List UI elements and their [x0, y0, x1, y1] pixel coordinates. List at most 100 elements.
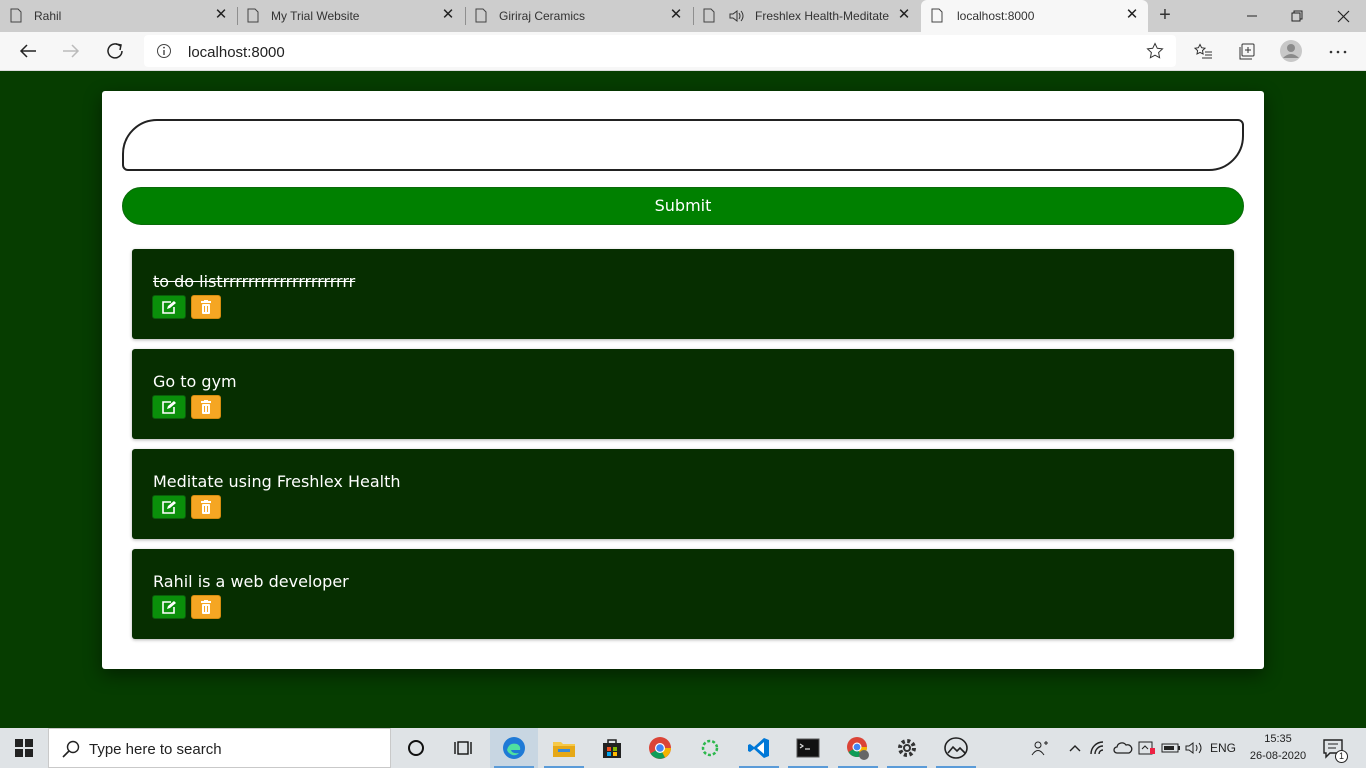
- language-indicator[interactable]: ENG: [1208, 740, 1238, 756]
- refresh-icon: [107, 43, 123, 59]
- forward-arrow-icon: [63, 44, 80, 58]
- address-bar[interactable]: localhost:8000: [144, 35, 1176, 67]
- trash-icon: [201, 600, 211, 614]
- page-icon: [247, 8, 259, 26]
- edit-icon: [162, 301, 176, 314]
- page-icon: [10, 8, 22, 26]
- close-tab-icon[interactable]: ✕: [897, 7, 911, 22]
- tab-giriraj-ceramics[interactable]: Giriraj Ceramics ✕: [465, 0, 694, 32]
- site-info-icon[interactable]: [156, 43, 172, 64]
- loading-circle-icon[interactable]: [686, 728, 734, 768]
- notification-center-icon[interactable]: 1: [1322, 738, 1348, 763]
- notification-badge: 1: [1335, 750, 1348, 763]
- cortana-icon[interactable]: [392, 728, 440, 768]
- delete-button[interactable]: [191, 395, 221, 419]
- tab-localhost[interactable]: localhost:8000 ✕: [921, 0, 1148, 32]
- delete-button[interactable]: [191, 295, 221, 319]
- close-tab-icon[interactable]: ✕: [1125, 7, 1139, 22]
- settings-gear-icon[interactable]: [883, 728, 931, 768]
- close-tab-icon[interactable]: ✕: [441, 7, 455, 22]
- browser-tab-strip: Rahil ✕ My Trial Website ✕ Giriraj Ceram…: [0, 0, 1366, 32]
- chrome-icon[interactable]: [636, 728, 684, 768]
- show-hidden-icons-chevron-icon[interactable]: [1066, 740, 1084, 756]
- close-window-button[interactable]: [1320, 0, 1366, 32]
- tab-title: localhost:8000: [957, 9, 1035, 23]
- tab-title: My Trial Website: [271, 9, 360, 23]
- system-clock[interactable]: 15:35 26-08-2020: [1244, 731, 1312, 765]
- tab-freshlex-health[interactable]: Freshlex Health-Meditate ✕: [693, 0, 921, 32]
- forward-button[interactable]: [56, 36, 86, 66]
- windows-taskbar: Type here to search ENG 15:35 26-08-2020…: [0, 728, 1366, 768]
- edit-button[interactable]: [152, 295, 186, 319]
- tab-title: Giriraj Ceramics: [499, 9, 586, 23]
- todo-input[interactable]: [122, 119, 1244, 171]
- edit-button[interactable]: [152, 395, 186, 419]
- clock-date: 26-08-2020: [1249, 750, 1307, 762]
- delete-button[interactable]: [191, 595, 221, 619]
- refresh-button[interactable]: [100, 36, 130, 66]
- terminal-icon[interactable]: [784, 728, 832, 768]
- edit-icon: [162, 401, 176, 414]
- profile-avatar[interactable]: [1279, 39, 1303, 63]
- close-tab-icon[interactable]: ✕: [214, 7, 228, 22]
- todo-text[interactable]: to do listrrrrrrrrrrrrrrrrrrrrr: [153, 272, 355, 291]
- tab-title: Freshlex Health-Meditate: [755, 9, 890, 23]
- volume-icon[interactable]: [1185, 740, 1205, 756]
- meet-now-icon[interactable]: [1137, 740, 1157, 756]
- todo-item: Go to gym: [132, 349, 1234, 439]
- edit-button[interactable]: [152, 595, 186, 619]
- edit-icon: [162, 601, 176, 614]
- page-icon: [931, 8, 943, 26]
- store-icon[interactable]: [588, 728, 636, 768]
- vscode-icon[interactable]: [735, 728, 783, 768]
- start-button[interactable]: [0, 728, 48, 768]
- chrome-profile-icon[interactable]: [834, 728, 882, 768]
- delete-button[interactable]: [191, 495, 221, 519]
- photos-icon[interactable]: [932, 728, 980, 768]
- file-explorer-icon[interactable]: [540, 728, 588, 768]
- back-arrow-icon: [19, 44, 36, 58]
- task-view-icon[interactable]: [440, 728, 488, 768]
- todo-item: Meditate using Freshlex Health: [132, 449, 1234, 539]
- taskbar-search-box[interactable]: Type here to search: [48, 728, 391, 768]
- browser-toolbar: localhost:8000: [0, 32, 1366, 71]
- close-tab-icon[interactable]: ✕: [669, 7, 683, 22]
- speaker-icon[interactable]: [729, 9, 745, 26]
- favorites-icon[interactable]: [1191, 40, 1215, 64]
- favorite-star-icon[interactable]: [1146, 42, 1164, 65]
- todo-card: Submit to do listrrrrrrrrrrrrrrrrrrrrr G…: [102, 91, 1264, 669]
- tab-title: Rahil: [34, 9, 62, 23]
- onedrive-cloud-icon[interactable]: [1113, 740, 1133, 756]
- new-tab-button[interactable]: +: [1154, 4, 1176, 26]
- trash-icon: [201, 400, 211, 414]
- todo-list: to do listrrrrrrrrrrrrrrrrrrrrr Go to gy…: [132, 249, 1234, 649]
- url-text[interactable]: localhost:8000: [188, 44, 285, 61]
- battery-icon[interactable]: [1161, 740, 1181, 756]
- more-menu-icon[interactable]: [1326, 40, 1350, 64]
- todo-text[interactable]: Rahil is a web developer: [153, 572, 349, 591]
- clock-time: 15:35: [1264, 733, 1292, 745]
- edge-browser-icon[interactable]: [490, 728, 538, 768]
- todo-text[interactable]: Go to gym: [153, 372, 237, 391]
- tab-my-trial-website[interactable]: My Trial Website ✕: [237, 0, 466, 32]
- back-button[interactable]: [13, 36, 43, 66]
- minimize-button[interactable]: [1229, 0, 1275, 32]
- people-icon[interactable]: [1030, 740, 1050, 756]
- wifi-icon[interactable]: [1090, 740, 1108, 756]
- todo-item: Rahil is a web developer: [132, 549, 1234, 639]
- search-icon: [62, 740, 80, 763]
- submit-button[interactable]: Submit: [122, 187, 1244, 225]
- restore-button[interactable]: [1274, 0, 1320, 32]
- todo-text[interactable]: Meditate using Freshlex Health: [153, 472, 401, 491]
- page-icon: [703, 8, 715, 26]
- trash-icon: [201, 300, 211, 314]
- page-body: Submit to do listrrrrrrrrrrrrrrrrrrrrr G…: [0, 71, 1366, 728]
- windows-logo-icon: [15, 739, 33, 757]
- todo-item: to do listrrrrrrrrrrrrrrrrrrrrr: [132, 249, 1234, 339]
- tab-rahil[interactable]: Rahil ✕: [0, 0, 238, 32]
- page-icon: [475, 8, 487, 26]
- edit-button[interactable]: [152, 495, 186, 519]
- trash-icon: [201, 500, 211, 514]
- search-placeholder: Type here to search: [89, 741, 222, 758]
- collections-icon[interactable]: [1235, 40, 1259, 64]
